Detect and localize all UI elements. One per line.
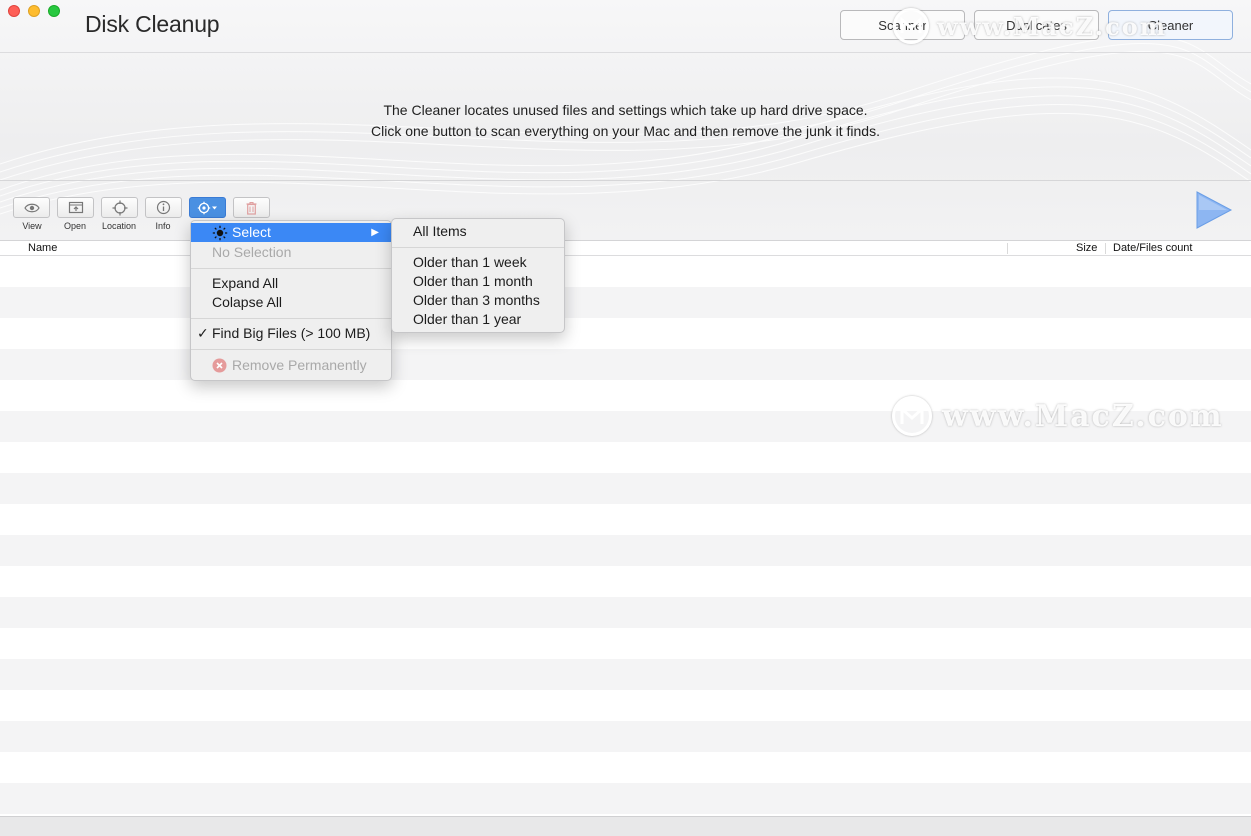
- submenu-item-older-than-3-months[interactable]: Older than 3 months: [392, 291, 564, 310]
- table-row: [0, 690, 1251, 721]
- table-row: [0, 504, 1251, 535]
- table-row: [0, 535, 1251, 566]
- submenu-item-older-than-1-week[interactable]: Older than 1 week: [392, 253, 564, 272]
- eye-icon: [23, 202, 40, 214]
- watermark-text: www.MacZ.com: [937, 11, 1168, 41]
- watermark-logo-icon: [893, 8, 929, 44]
- select-submenu: All Items Older than 1 week Older than 1…: [391, 218, 565, 333]
- menu-item-select[interactable]: Select ▶: [191, 223, 391, 242]
- watermark-top: www.MacZ.com: [893, 8, 1167, 44]
- watermark-middle: www.MacZ.com: [892, 396, 1224, 436]
- menu-separator: [392, 247, 564, 248]
- menu-item-select-label: Select: [232, 224, 271, 240]
- table-row: [0, 442, 1251, 473]
- remove-icon: [212, 358, 227, 378]
- menu-item-find-big-files[interactable]: ✓ Find Big Files (> 100 MB): [191, 324, 391, 343]
- table-row: [0, 318, 1251, 349]
- menu-separator: [191, 318, 391, 319]
- menu-item-find-big-files-label: Find Big Files (> 100 MB): [212, 325, 371, 341]
- table-row: [0, 349, 1251, 380]
- view-button[interactable]: [13, 197, 50, 218]
- column-header-size[interactable]: Size: [1076, 241, 1097, 256]
- table-row: [0, 659, 1251, 690]
- menu-item-expand-all[interactable]: Expand All: [191, 274, 391, 293]
- menu-separator: [191, 268, 391, 269]
- submenu-item-older-than-1-year[interactable]: Older than 1 year: [392, 310, 564, 329]
- info-button[interactable]: [145, 197, 182, 218]
- open-button[interactable]: [57, 197, 94, 218]
- start-scan-button[interactable]: [1195, 191, 1233, 229]
- open-label: Open: [63, 221, 87, 231]
- zoom-window-button[interactable]: [48, 5, 60, 17]
- table-row: [0, 783, 1251, 814]
- description: The Cleaner locates unused files and set…: [0, 100, 1251, 142]
- description-line-1: The Cleaner locates unused files and set…: [383, 102, 868, 118]
- submenu-item-older-than-1-month[interactable]: Older than 1 month: [392, 272, 564, 291]
- column-header-name[interactable]: Name: [28, 241, 57, 256]
- column-separator: [1105, 243, 1106, 254]
- close-window-button[interactable]: [8, 5, 20, 17]
- menu-item-no-selection: No Selection: [212, 244, 292, 260]
- open-icon: [68, 201, 84, 214]
- checkmark-icon: ✓: [197, 325, 209, 341]
- submenu-item-all-items[interactable]: All Items: [392, 222, 564, 241]
- file-list: [0, 256, 1251, 816]
- menu-item-remove-permanently-label: Remove Permanently: [232, 357, 367, 373]
- minimize-window-button[interactable]: [28, 5, 40, 17]
- status-bar: [0, 816, 1251, 836]
- table-row: [0, 597, 1251, 628]
- menu-item-remove-permanently: Remove Permanently: [191, 356, 391, 375]
- app-window: Disk Cleanup Scanner Duplicates Cleaner …: [0, 0, 1251, 836]
- table-row: [0, 287, 1251, 318]
- trash-icon: [245, 201, 258, 215]
- watermark-text: www.MacZ.com: [942, 398, 1224, 434]
- table-row: [0, 256, 1251, 287]
- table-row: [0, 628, 1251, 659]
- crosshair-icon: [112, 200, 128, 216]
- table-header: Name Size Date/Files count: [0, 240, 1251, 256]
- table-row: [0, 473, 1251, 504]
- info-label: Info: [155, 221, 171, 231]
- info-icon: [156, 200, 171, 215]
- gear-icon: [197, 201, 219, 215]
- column-header-date[interactable]: Date/Files count: [1113, 241, 1192, 256]
- toolbar-divider: [0, 180, 1251, 181]
- actions-menu-button[interactable]: [189, 197, 226, 218]
- watermark-logo-icon: [892, 396, 932, 436]
- menu-item-collapse-all[interactable]: Colapse All: [191, 293, 391, 312]
- table-row: [0, 721, 1251, 752]
- submenu-arrow-icon: ▶: [371, 227, 379, 238]
- titlebar-divider: [0, 52, 1251, 53]
- column-separator: [1007, 243, 1008, 254]
- actions-menu: Select ▶ No Selection Expand All Colapse…: [190, 220, 392, 381]
- description-line-2: Click one button to scan everything on y…: [371, 123, 880, 139]
- delete-button[interactable]: [233, 197, 270, 218]
- menu-separator: [191, 349, 391, 350]
- window-title: Disk Cleanup: [85, 11, 220, 37]
- location-label: Location: [101, 221, 137, 231]
- play-icon: [1195, 191, 1233, 233]
- table-row: [0, 752, 1251, 783]
- table-row: [0, 566, 1251, 597]
- location-button[interactable]: [101, 197, 138, 218]
